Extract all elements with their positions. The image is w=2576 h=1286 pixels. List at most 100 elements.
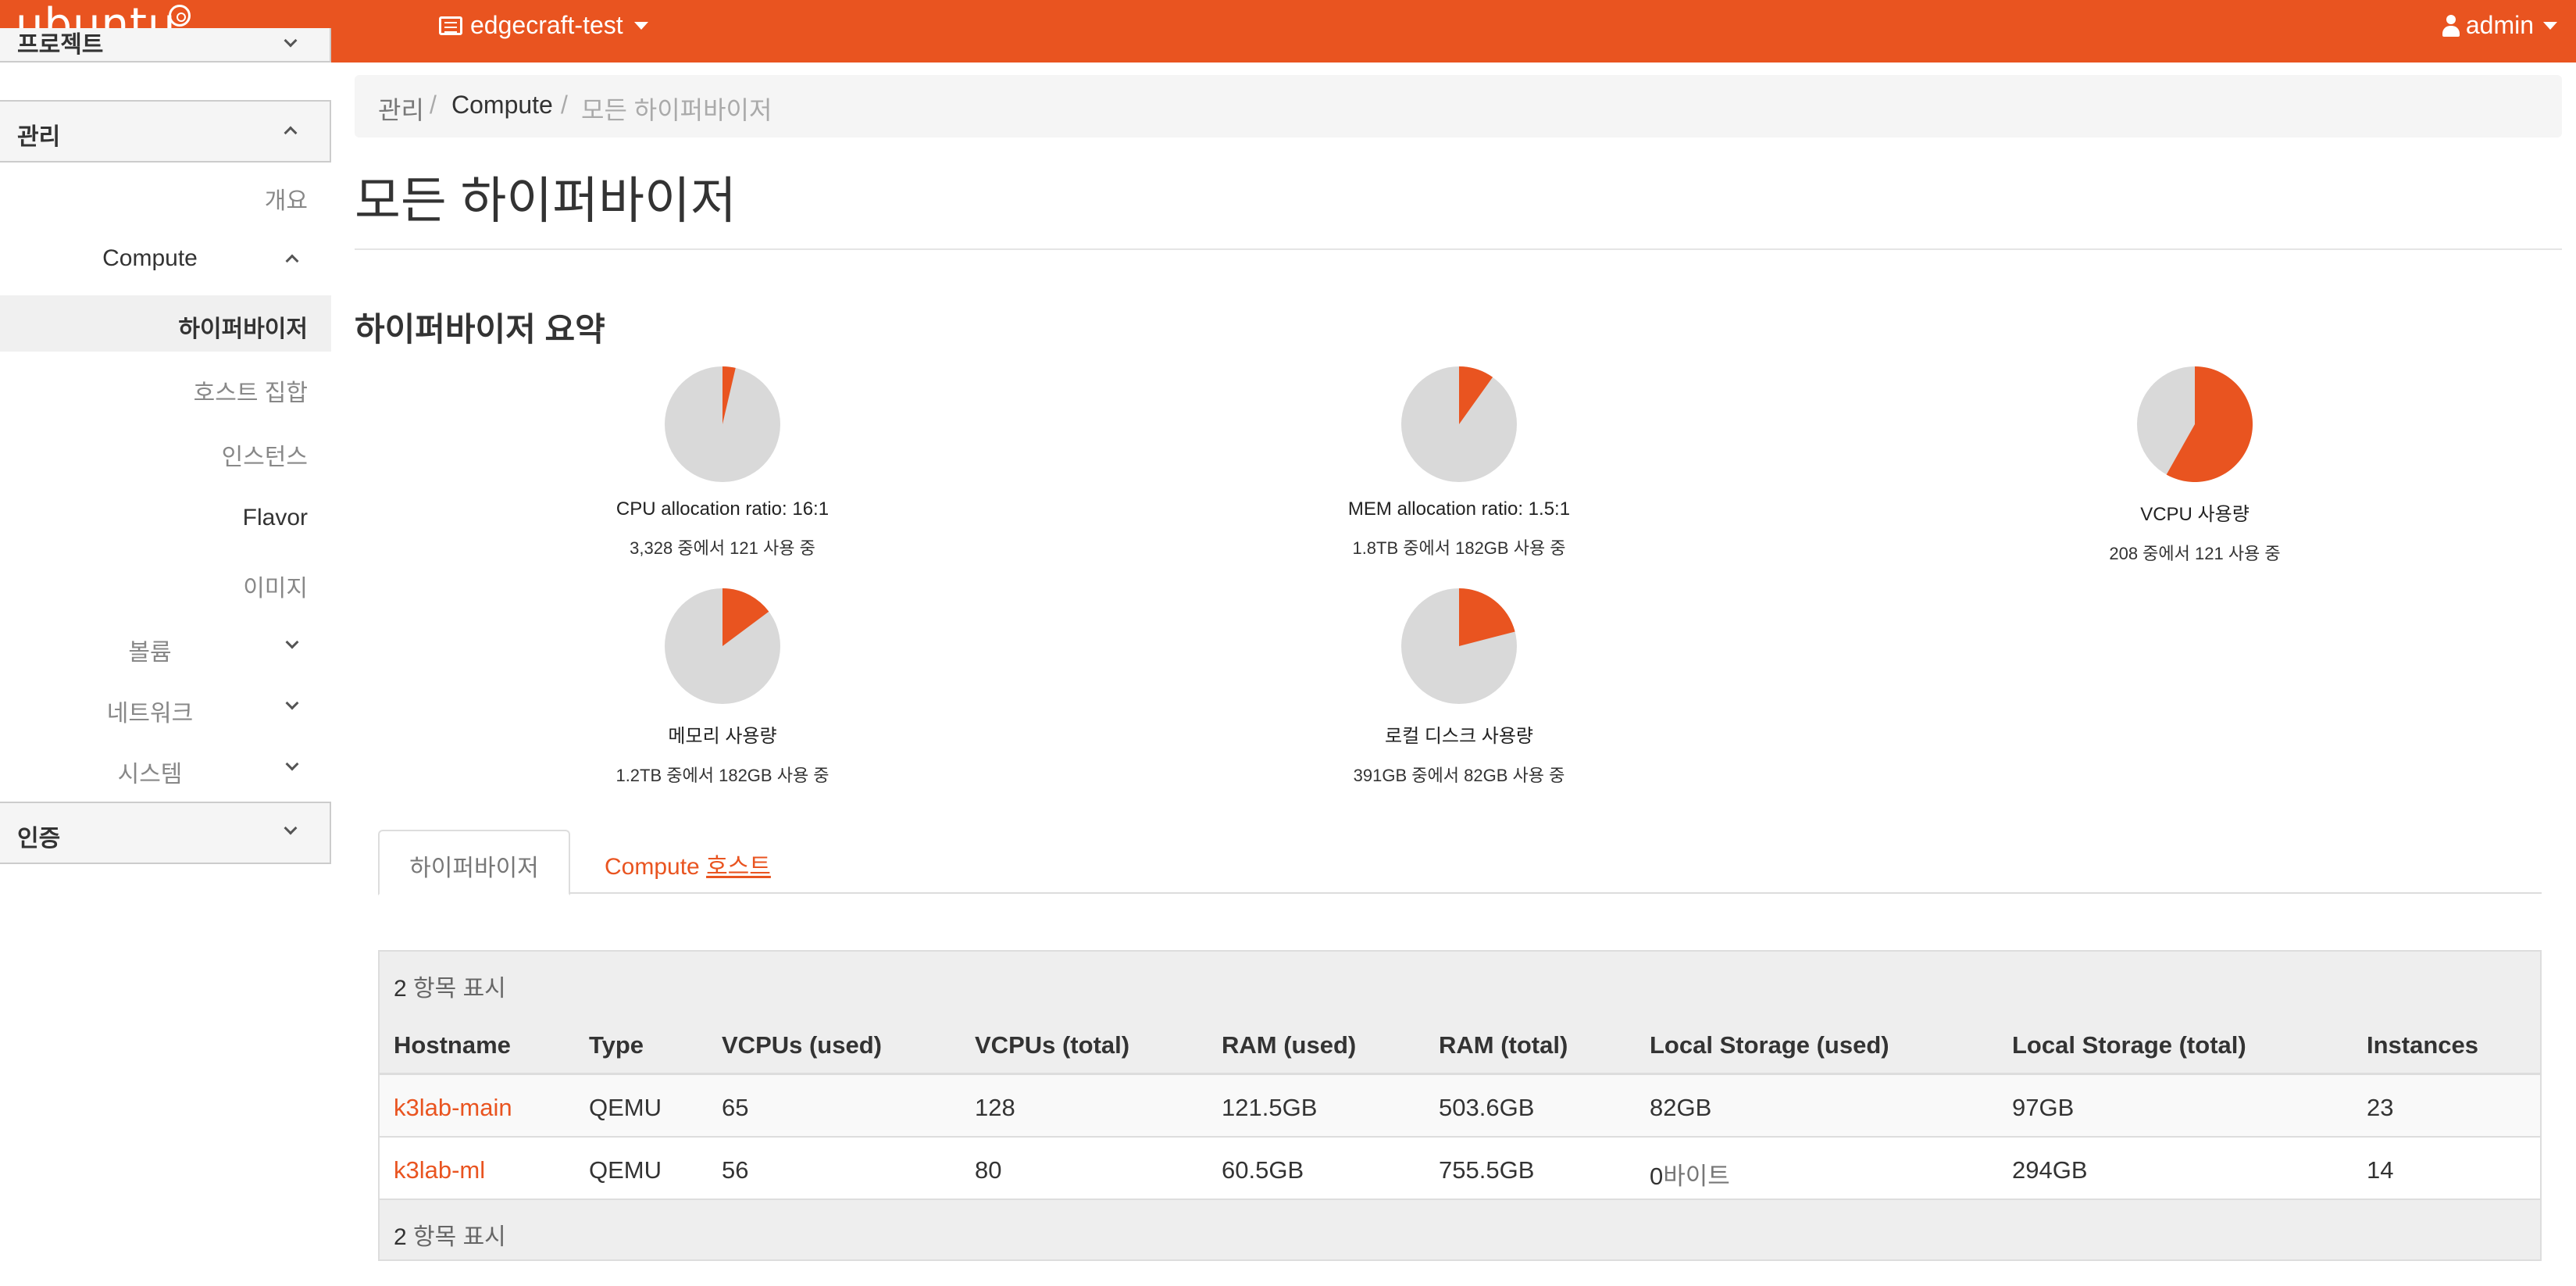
pie-chart <box>1401 588 1517 704</box>
column-header[interactable]: Instances <box>2367 1031 2478 1059</box>
table-cell: 65 <box>722 1094 749 1121</box>
user-name: admin <box>2465 11 2534 39</box>
project-switcher[interactable]: edgecraft-test <box>439 11 648 40</box>
table-cell: 97GB <box>2012 1094 2075 1121</box>
sidebar-group-volumes[interactable]: 볼륨 <box>0 619 331 675</box>
table-header-row: Hostname Type VCPUs (used) VCPUs (total)… <box>380 1013 2540 1075</box>
table-cell: 503.6GB <box>1439 1094 1535 1121</box>
pie-label: MEM allocation ratio: 1.5:1 <box>1347 498 1571 520</box>
summary-title: 하이퍼바이저 요약 <box>355 311 605 348</box>
tab-bar: 하이퍼바이저 Compute 호스트 <box>378 830 2542 895</box>
hostname-link[interactable]: k3lab-ml <box>394 1156 485 1184</box>
table-cell: QEMU <box>589 1094 662 1121</box>
table-cell: 60.5GB <box>1222 1156 1304 1184</box>
user-icon <box>2442 14 2460 37</box>
column-header[interactable]: Local Storage (total) <box>2012 1031 2246 1059</box>
table-cell: 0바이트 <box>1650 1156 1730 1191</box>
table-cell: 121.5GB <box>1222 1094 1318 1121</box>
sidebar-item-images[interactable]: 이미지 <box>0 555 331 611</box>
summary-pie-disk-usage: 로컬 디스크 사용량 391GB 중에서 82GB 사용 중 <box>1240 588 1678 787</box>
column-header[interactable]: Local Storage (used) <box>1650 1031 1889 1059</box>
sidebar-section-identity[interactable]: 인증 <box>0 802 331 864</box>
caret-down-icon <box>2543 21 2557 30</box>
pie-chart <box>665 588 780 704</box>
pie-chart <box>2137 366 2253 482</box>
table-count: 2 항목 표시 <box>394 976 506 1002</box>
sidebar-item-label: 인스턴스 <box>221 445 308 470</box>
column-header[interactable]: Type <box>589 1031 644 1059</box>
pie-detail: 1.8TB 중에서 182GB 사용 중 <box>1352 538 1566 558</box>
pie-label: 메모리 사용량 <box>668 726 777 747</box>
breadcrumb-admin[interactable]: 관리 <box>378 91 424 127</box>
table-cell: 80 <box>975 1156 1002 1184</box>
column-header[interactable]: VCPUs (total) <box>975 1031 1129 1059</box>
top-navbar: ubuntu edgecraft-test admin <box>0 0 2576 63</box>
sidebar-group-label: 시스템 <box>117 762 183 788</box>
chevron-down-icon <box>284 34 298 48</box>
sidebar-section-label: 인증 <box>17 826 61 852</box>
column-header[interactable]: Hostname <box>394 1031 511 1059</box>
value-text: 0 <box>1650 1163 1664 1190</box>
pie-detail: 3,328 중에서 121 사용 중 <box>630 538 815 558</box>
sidebar-section-project[interactable]: 프로젝트 <box>0 28 331 63</box>
sidebar-item-host-aggregates[interactable]: 호스트 집합 <box>0 359 331 416</box>
tab-label: Compute <box>605 854 700 880</box>
title-divider <box>355 248 2562 250</box>
sidebar-item-overview[interactable]: 개요 <box>0 167 331 223</box>
sidebar-group-network[interactable]: 네트워크 <box>0 680 331 736</box>
table-row: k3lab-ml QEMU 56 80 60.5GB 755.5GB 0바이트 … <box>380 1138 2540 1200</box>
summary-pie-cpu: CPU allocation ratio: 16:1 3,328 중에서 121… <box>504 366 941 559</box>
ubuntu-circle-icon <box>169 5 191 27</box>
sidebar-item-label: 하이퍼바이저 <box>178 316 308 342</box>
breadcrumb-separator: / <box>561 91 568 119</box>
sidebar-item-label: Flavor <box>242 505 308 530</box>
pie-label: 로컬 디스크 사용량 <box>1385 726 1533 747</box>
sidebar: 프로젝트 관리 개요 Compute 하이퍼바이저 호스트 집합 인스턴스 Fl… <box>0 28 331 1286</box>
column-header[interactable]: RAM (used) <box>1222 1031 1356 1059</box>
sidebar-group-label: Compute <box>102 245 198 271</box>
table-cell: 82GB <box>1650 1094 1712 1121</box>
pie-chart <box>1401 366 1517 482</box>
tab-hypervisors[interactable]: 하이퍼바이저 <box>378 830 570 895</box>
sidebar-item-instances[interactable]: 인스턴스 <box>0 423 331 480</box>
breadcrumb-current: 모든 하이퍼바이저 <box>581 96 772 124</box>
user-menu[interactable]: admin <box>2442 11 2557 40</box>
sidebar-group-label: 볼륨 <box>128 640 172 666</box>
tab-label: 호스트 <box>706 854 771 880</box>
pie-detail: 1.2TB 중에서 182GB 사용 중 <box>615 766 830 785</box>
table-cell: 128 <box>975 1094 1015 1121</box>
pie-detail: 391GB 중에서 82GB 사용 중 <box>1353 766 1565 785</box>
column-header[interactable]: VCPUs (used) <box>722 1031 882 1059</box>
sidebar-item-flavors[interactable]: Flavor <box>0 491 331 547</box>
table-count-footer: 2 항목 표시 <box>380 1200 2540 1259</box>
sidebar-group-system[interactable]: 시스템 <box>0 741 331 797</box>
table-cell: 23 <box>2367 1094 2394 1121</box>
summary-pie-mem: MEM allocation ratio: 1.5:1 1.8TB 중에서 18… <box>1240 366 1678 559</box>
tab-compute-hosts[interactable]: Compute 호스트 <box>605 830 771 894</box>
sidebar-group-compute[interactable]: Compute <box>0 231 331 288</box>
sidebar-group-label: 네트워크 <box>106 701 194 727</box>
hypervisors-table: 2 항목 표시 Hostname Type VCPUs (used) VCPUs… <box>378 950 2542 1261</box>
sidebar-item-label: 이미지 <box>243 576 308 602</box>
breadcrumb: 관리 / Compute / 모든 하이퍼바이저 <box>355 75 2562 138</box>
column-header[interactable]: RAM (total) <box>1439 1031 1568 1059</box>
table-cell: 14 <box>2367 1156 2394 1184</box>
sidebar-item-hypervisors[interactable]: 하이퍼바이저 <box>0 295 331 352</box>
table-row: k3lab-main QEMU 65 128 121.5GB 503.6GB 8… <box>380 1075 2540 1138</box>
chevron-down-icon <box>284 821 298 835</box>
sidebar-section-admin[interactable]: 관리 <box>0 100 331 163</box>
caret-down-icon <box>633 21 648 30</box>
table-count: 2 항목 표시 <box>394 1224 506 1250</box>
breadcrumb-compute[interactable]: Compute <box>451 91 553 120</box>
table-cell: 755.5GB <box>1439 1156 1535 1184</box>
hostname-link[interactable]: k3lab-main <box>394 1094 512 1122</box>
table-cell: 56 <box>722 1156 749 1184</box>
summary-pie-vcpu: VCPU 사용량 208 중에서 121 사용 중 <box>1976 366 2414 565</box>
project-list-icon <box>439 16 462 35</box>
page-title: 모든 하이퍼바이저 <box>355 173 737 229</box>
sidebar-item-label: 호스트 집합 <box>193 380 308 406</box>
pie-label: CPU allocation ratio: 16:1 <box>615 498 830 520</box>
pie-chart <box>665 366 780 482</box>
table-count-header: 2 항목 표시 <box>380 952 2540 1013</box>
unit-text: 바이트 <box>1663 1163 1730 1190</box>
